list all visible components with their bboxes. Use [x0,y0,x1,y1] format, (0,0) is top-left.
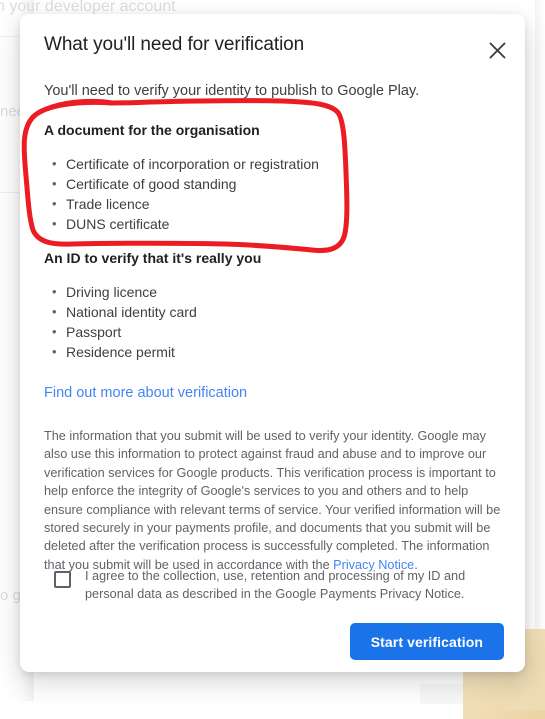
organisation-document-list: Certificate of incorporation or registra… [44,154,319,234]
list-item: Residence permit [52,342,197,362]
list-item: National identity card [52,302,197,322]
section-heading-organisation: A document for the organisation [44,122,260,138]
verification-requirements-dialog: What you'll need for verification You'll… [20,14,525,672]
list-item: Certificate of good standing [52,174,319,194]
identity-document-list: Driving licence National identity card P… [44,282,197,362]
background-text-bottom: o g [0,587,21,604]
legal-fineprint-body: The information that you submit will be … [44,429,501,572]
legal-fineprint: The information that you submit will be … [44,427,502,574]
dialog-title: What you'll need for verification [44,34,305,55]
consent-label: I agree to the collection, use, retentio… [85,569,466,602]
find-out-more-link[interactable]: Find out more about verification [44,385,247,401]
dialog-subtitle: You'll need to verify your identity to p… [44,83,420,99]
consent-row: I agree to the collection, use, retentio… [54,567,504,604]
list-item: Passport [52,322,197,342]
list-item: Trade licence [52,194,319,214]
close-icon[interactable] [483,36,511,64]
start-verification-button[interactable]: Start verification [349,623,504,660]
background-right-edge [535,0,545,701]
consent-checkbox[interactable] [54,571,71,588]
list-item: Driving licence [52,282,197,302]
list-item: DUNS certificate [52,214,319,234]
section-heading-identity: An ID to verify that it's really you [44,250,262,266]
list-item: Certificate of incorporation or registra… [52,154,319,174]
